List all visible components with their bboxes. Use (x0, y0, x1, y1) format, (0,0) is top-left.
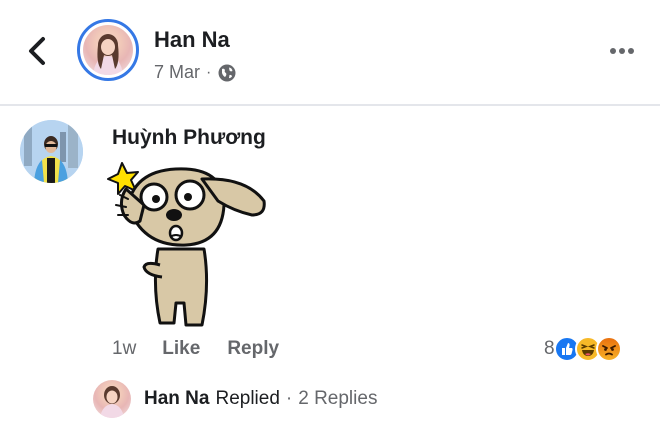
reply-separator: · (285, 388, 293, 409)
commenter-name[interactable]: Huỳnh Phương (112, 126, 266, 150)
post-meta: 7 Mar · (154, 62, 237, 83)
header-divider (0, 104, 660, 106)
comment-time[interactable]: 1w (112, 338, 136, 360)
meta-separator: · (206, 63, 212, 81)
reply-button[interactable]: Reply (227, 338, 279, 360)
reply-author-name: Han Na (144, 388, 210, 409)
reply-author-avatar (93, 380, 131, 418)
comment-actions: 1w Like Reply (112, 338, 279, 360)
author-name[interactable]: Han Na (154, 27, 230, 53)
author-avatar[interactable] (77, 19, 139, 81)
post-header: Han Na 7 Mar · (0, 0, 660, 104)
reaction-summary[interactable]: 8 (544, 336, 622, 362)
globe-icon (217, 63, 237, 83)
post-date[interactable]: 7 Mar (154, 62, 200, 83)
more-horizontal-icon (610, 48, 616, 54)
commenter-avatar[interactable] (20, 120, 83, 183)
angry-reaction-icon (595, 336, 622, 362)
more-options-button[interactable] (608, 40, 636, 62)
chevron-left-icon (29, 37, 45, 65)
like-button[interactable]: Like (162, 338, 200, 360)
back-button[interactable] (24, 34, 52, 68)
view-replies-link[interactable]: Han Na Replied · 2 Replies (93, 380, 377, 418)
reply-count: 2 Replies (298, 388, 378, 409)
reaction-count: 8 (544, 338, 555, 359)
surprised-dog-sticker (106, 155, 274, 333)
reply-verb: Replied (215, 388, 280, 409)
